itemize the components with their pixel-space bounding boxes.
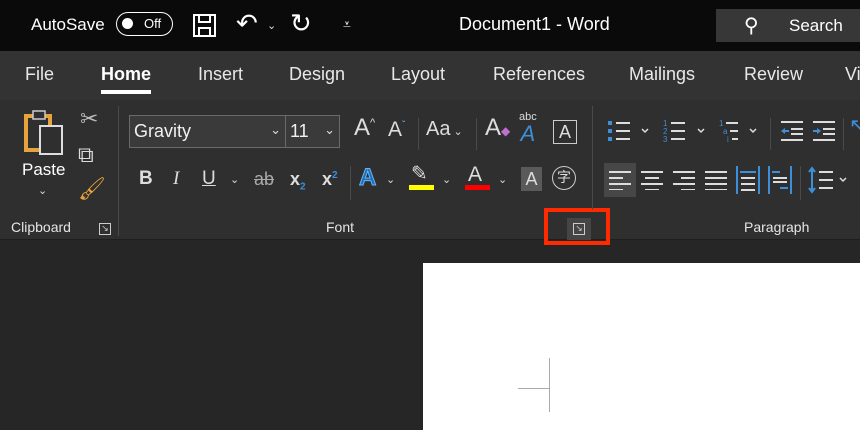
subscript-button[interactable]: x2 [290, 170, 306, 193]
bold-button[interactable]: B [139, 169, 153, 188]
font-size-combo[interactable]: 11 ⌄ [285, 115, 340, 148]
font-color-icon[interactable]: A [468, 164, 482, 185]
paragraph-group-label: Paragraph [744, 219, 810, 235]
save-icon[interactable] [192, 13, 218, 39]
separator [118, 106, 119, 236]
underline-button[interactable]: U [202, 169, 216, 188]
separator [350, 166, 351, 200]
copy-icon[interactable]: ⧉ [78, 144, 94, 166]
separator [800, 166, 801, 200]
text-effects-dropdown-icon[interactable]: ⌄ [386, 175, 395, 186]
justify-icon[interactable] [705, 170, 727, 190]
document-page[interactable] [423, 263, 860, 430]
highlight-dropdown-icon[interactable]: ⌄ [442, 175, 451, 186]
tab-references[interactable]: References [493, 64, 585, 85]
autosave-toggle[interactable]: Off [116, 12, 173, 36]
tab-insert[interactable]: Insert [198, 64, 243, 85]
align-left-button[interactable] [604, 163, 636, 197]
align-right-icon[interactable] [673, 170, 695, 190]
undo-icon[interactable]: ↶ [236, 8, 258, 39]
paste-icon [24, 110, 63, 155]
line-spacing-icon[interactable] [807, 166, 853, 194]
chevron-down-icon[interactable]: ⌄ [324, 122, 335, 138]
font-size-value: 11 [290, 121, 309, 141]
clipboard-dialog-launcher-icon[interactable]: ↘ [99, 223, 111, 235]
separator [843, 118, 844, 150]
align-left-icon [609, 171, 631, 190]
margin-marker-horizontal [518, 388, 549, 389]
multilevel-list-icon[interactable]: 1ai [718, 118, 762, 144]
tab-mailings[interactable]: Mailings [629, 64, 695, 85]
separator [476, 118, 477, 150]
redo-icon[interactable]: ↻ [290, 8, 312, 39]
highlight-icon[interactable]: ✎ [411, 164, 428, 184]
sort-icon[interactable]: ↖ [849, 116, 860, 136]
tab-layout[interactable]: Layout [391, 64, 445, 85]
autosave-label: AutoSave [31, 15, 105, 34]
chevron-down-icon[interactable]: ⌄ [270, 122, 281, 138]
tab-review[interactable]: Review [744, 64, 803, 85]
search-icon: ⚲ [744, 15, 759, 37]
svg-text:3: 3 [663, 135, 668, 144]
svg-text:i: i [727, 135, 729, 144]
separator [418, 118, 419, 150]
font-group-label: Font [326, 219, 355, 235]
shrink-font-icon[interactable]: Aˇ [388, 119, 405, 140]
font-color-dropdown-icon[interactable]: ⌄ [498, 175, 507, 186]
font-color-bar [465, 185, 490, 190]
change-case-icon[interactable]: Aa ⌄ [426, 119, 463, 139]
grow-font-icon[interactable]: A^ [354, 116, 375, 140]
format-painter-icon[interactable]: 🖌 [78, 178, 106, 200]
phonetic-guide-icon[interactable]: abc A [519, 112, 537, 145]
ribbon: Paste ⌄ ✂ ⧉ 🖌 Clipboard ↘ Gravity ⌄ 11 ⌄ A… [0, 100, 860, 245]
margin-marker-vertical [549, 358, 550, 412]
text-direction-icon[interactable] [768, 166, 792, 194]
increase-indent-icon[interactable] [811, 120, 837, 142]
font-name-combo[interactable]: Gravity ⌄ [129, 115, 286, 148]
customize-qat-icon[interactable]: ⩡ [343, 16, 351, 33]
strikethrough-button[interactable]: ab [254, 170, 274, 188]
clear-formatting-icon[interactable]: A◆ [485, 116, 510, 140]
highlight-box [544, 208, 610, 245]
separator [592, 106, 593, 210]
document-title: Document1 - Word [459, 14, 610, 34]
toggle-knob [122, 18, 133, 29]
paste-label: Paste [22, 160, 66, 179]
tab-view[interactable]: Vi [845, 64, 860, 85]
enclose-characters-icon[interactable]: 字 [552, 166, 576, 190]
search-box[interactable]: ⚲ Search [716, 9, 860, 42]
numbering-icon[interactable]: 123 [662, 118, 710, 144]
text-effects-icon[interactable]: A [358, 165, 376, 190]
separator [770, 118, 771, 150]
bullets-icon[interactable] [606, 120, 654, 142]
italic-button[interactable]: I [173, 169, 179, 188]
align-center-icon[interactable] [641, 170, 663, 190]
undo-dropdown-icon[interactable]: ⌄ [267, 19, 276, 32]
underline-dropdown-icon[interactable]: ⌄ [230, 175, 239, 186]
distributed-icon[interactable] [736, 166, 760, 194]
ribbon-tabs: File Home Insert Design Layout Reference… [0, 51, 860, 100]
title-bar: AutoSave Off ↶ ⌄ ↻ ⩡ Document1 - Word ⚲ … [0, 0, 860, 51]
superscript-button[interactable]: x2 [322, 170, 338, 188]
tab-home[interactable]: Home [101, 64, 152, 94]
cut-icon[interactable]: ✂ [80, 108, 98, 130]
character-shading-icon[interactable]: A [521, 167, 542, 191]
paste-dropdown-icon[interactable]: ⌄ [38, 184, 47, 197]
clipboard-group-label: Clipboard [11, 219, 71, 235]
autosave-state: Off [144, 16, 162, 31]
tab-design[interactable]: Design [289, 64, 345, 85]
search-label: Search [789, 16, 843, 35]
character-border-icon[interactable]: A [553, 120, 577, 144]
highlight-color-bar [409, 185, 434, 190]
paste-button[interactable]: Paste ⌄ [18, 106, 68, 206]
decrease-indent-icon[interactable] [779, 120, 805, 142]
tab-file[interactable]: File [25, 64, 54, 85]
font-name-value: Gravity [134, 121, 192, 141]
